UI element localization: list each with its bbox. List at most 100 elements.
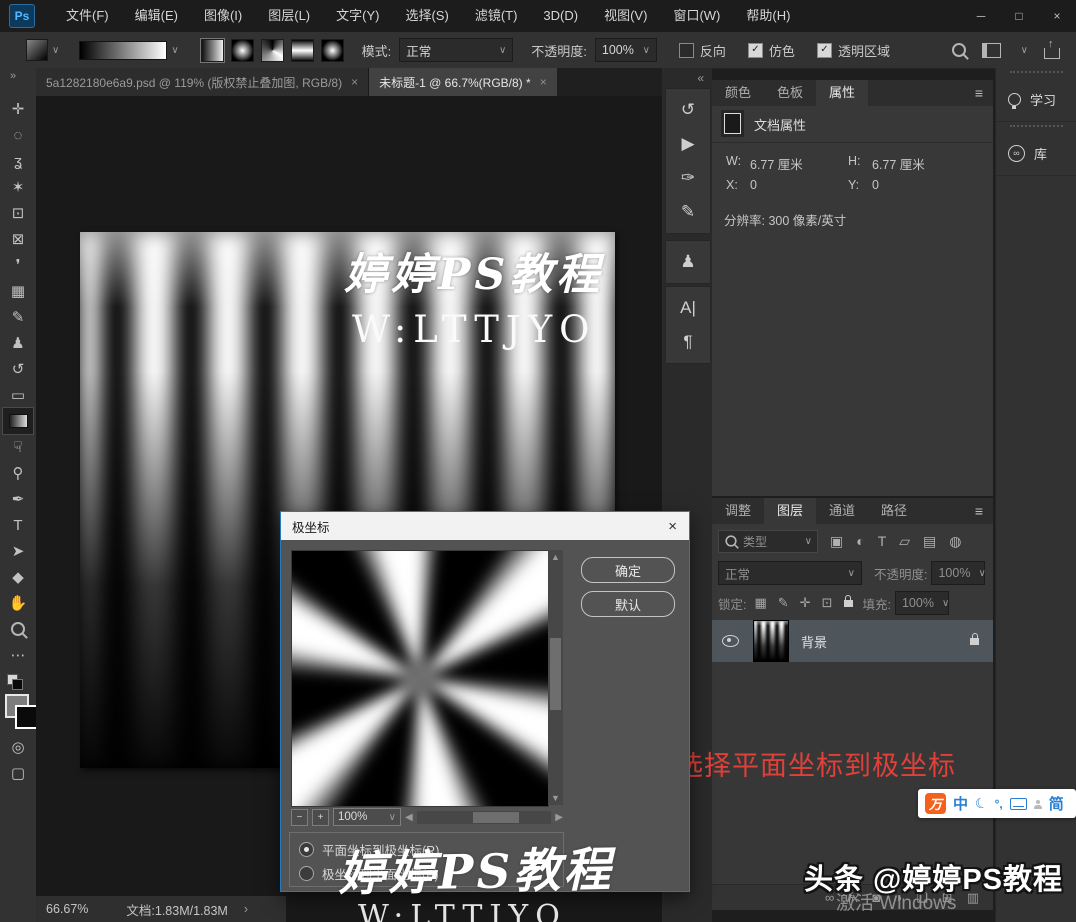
ime-logo-icon[interactable]: 万 <box>925 793 946 814</box>
menu-3d[interactable]: 3D(D) <box>530 0 591 32</box>
scroll-left-icon[interactable]: ◀ <box>405 812 413 823</box>
menu-filter[interactable]: 滤镜(T) <box>462 0 531 32</box>
gradient-editor-bar[interactable] <box>79 41 167 60</box>
menu-type[interactable]: 文字(Y) <box>323 0 392 32</box>
menu-file[interactable]: 文件(F) <box>53 0 122 32</box>
preset-chevron-icon[interactable]: ∨ <box>52 45 59 56</box>
smudge-tool-icon[interactable]: ☟ <box>3 434 33 460</box>
move-tool-icon[interactable]: ✛ <box>3 96 33 122</box>
preview-zoom-select[interactable]: 100% ∨ <box>333 808 401 826</box>
tab-adjustments[interactable]: 调整 <box>712 498 764 524</box>
ok-button[interactable]: 确定 <box>581 557 675 583</box>
learn-panel-button[interactable]: 学习 <box>996 77 1076 122</box>
width-value[interactable]: 6.77 厘米 <box>750 154 803 173</box>
zoom-out-button[interactable]: − <box>291 809 308 826</box>
swap-colors-icon[interactable] <box>3 672 33 692</box>
layer-lock-icon[interactable] <box>970 638 979 645</box>
crop-tool-icon[interactable]: ⊡ <box>3 200 33 226</box>
brushes-panel-icon[interactable]: ✎ <box>670 195 706 229</box>
layer-visibility-eye-icon[interactable] <box>722 635 739 647</box>
scrollbar-thumb[interactable] <box>473 812 519 823</box>
linear-gradient-icon[interactable] <box>201 39 224 62</box>
moon-icon[interactable]: ☾ <box>973 793 990 813</box>
quick-mask-icon[interactable]: ◎ <box>3 734 33 760</box>
marquee-tool-icon[interactable]: ◌ <box>3 122 33 148</box>
layer-blend-mode-select[interactable]: 正常 ∨ <box>718 561 862 585</box>
path-select-tool-icon[interactable]: ➤ <box>3 538 33 564</box>
menu-help[interactable]: 帮助(H) <box>733 0 803 32</box>
hand-tool-icon[interactable]: ✋ <box>3 590 33 616</box>
dialog-title-bar[interactable]: 极坐标 × <box>281 512 689 540</box>
pixel-layer-filter-icon[interactable]: ▣ <box>830 533 843 550</box>
zoom-tool-icon[interactable] <box>3 616 33 642</box>
scroll-right-icon[interactable]: ▶ <box>555 812 563 823</box>
actions-panel-icon[interactable]: ▶ <box>670 127 706 161</box>
smart-object-filter-icon[interactable]: ▤ <box>923 533 936 550</box>
lock-all-icon[interactable] <box>844 600 853 607</box>
status-chevron-icon[interactable]: › <box>244 902 248 916</box>
panel-menu-icon[interactable]: ≡ <box>975 80 983 106</box>
user-icon[interactable] <box>1034 805 1042 809</box>
dither-checkbox-box[interactable]: ✓ <box>748 43 763 58</box>
history-brush-tool-icon[interactable]: ↺ <box>3 356 33 382</box>
lock-position-icon[interactable]: ✛ <box>800 595 811 611</box>
preview-vertical-scrollbar[interactable]: ▲ ▼ <box>548 550 563 805</box>
brush-settings-panel-icon[interactable]: ✑ <box>670 161 706 195</box>
frame-tool-icon[interactable]: ⊠ <box>3 226 33 252</box>
clone-source-panel-icon[interactable]: ♟ <box>670 245 706 279</box>
lock-artboard-icon[interactable]: ⊡ <box>822 595 833 611</box>
layer-name[interactable]: 背景 <box>801 632 827 651</box>
scrollbar-thumb[interactable] <box>550 638 561 710</box>
keyboard-icon[interactable] <box>1010 798 1027 810</box>
blend-mode-select[interactable]: 正常 ∨ <box>399 38 513 62</box>
menu-edit[interactable]: 编辑(E) <box>122 0 191 32</box>
toolbar-expand-icon[interactable]: » <box>10 70 14 82</box>
layer-filter-select[interactable]: 类型 ∨ <box>718 530 818 553</box>
scroll-down-icon[interactable]: ▼ <box>548 793 563 803</box>
eyedropper-tool-icon[interactable]: ❜ <box>3 252 33 278</box>
transparency-checkbox-box[interactable]: ✓ <box>817 43 832 58</box>
radial-gradient-icon[interactable] <box>231 39 254 62</box>
radio-button-icon[interactable] <box>299 842 314 857</box>
angle-gradient-icon[interactable] <box>261 39 284 62</box>
type-tool-icon[interactable]: T <box>3 512 33 538</box>
tab-channels[interactable]: 通道 <box>816 498 868 524</box>
clone-stamp-tool-icon[interactable]: ♟ <box>3 330 33 356</box>
history-panel-icon[interactable]: ↺ <box>670 93 706 127</box>
collapse-panels-icon[interactable]: « <box>697 71 704 85</box>
y-value[interactable]: 0 <box>872 178 879 192</box>
tool-preset-picker[interactable] <box>26 39 48 61</box>
tab-layers[interactable]: 图层 <box>764 498 816 524</box>
character-panel-icon[interactable]: A| <box>670 291 706 325</box>
opacity-select[interactable]: 100% ∨ <box>595 38 657 62</box>
menu-select[interactable]: 选择(S) <box>392 0 461 32</box>
filter-preview[interactable] <box>291 550 549 807</box>
close-button[interactable]: × <box>1038 0 1076 32</box>
maximize-button[interactable]: □ <box>1000 0 1038 32</box>
healing-tool-icon[interactable]: ▦ <box>3 278 33 304</box>
transparency-checkbox[interactable]: ✓ 透明区域 <box>817 41 890 60</box>
lock-transparency-icon[interactable]: ▦ <box>754 595 766 611</box>
tab-properties[interactable]: 属性 <box>816 80 868 106</box>
tab-color[interactable]: 颜色 <box>712 80 764 106</box>
minimize-button[interactable]: ─ <box>962 0 1000 32</box>
preview-horizontal-scrollbar[interactable] <box>417 811 552 824</box>
pen-tool-icon[interactable]: ✒ <box>3 486 33 512</box>
gradient-tool-icon[interactable] <box>3 408 33 434</box>
layer-thumbnail[interactable] <box>753 620 789 662</box>
search-icon[interactable] <box>952 43 966 57</box>
workspace-icon[interactable] <box>982 43 1001 58</box>
zoom-in-button[interactable]: + <box>312 809 329 826</box>
screen-mode-icon[interactable]: ▢ <box>3 760 33 786</box>
diamond-gradient-icon[interactable] <box>321 39 344 62</box>
magic-wand-tool-icon[interactable]: ✶ <box>3 174 33 200</box>
dodge-tool-icon[interactable]: ⚲ <box>3 460 33 486</box>
workspace-chevron-icon[interactable]: ∨ <box>1021 45 1028 56</box>
share-icon[interactable] <box>1044 48 1060 59</box>
document-tab-2[interactable]: 未标题-1 @ 66.7%(RGB/8) * × <box>369 68 557 96</box>
adjustment-layer-filter-icon[interactable]: ◐ <box>856 533 864 549</box>
height-value[interactable]: 6.77 厘米 <box>872 154 925 173</box>
type-layer-filter-icon[interactable]: T <box>878 533 887 549</box>
x-value[interactable]: 0 <box>750 178 757 192</box>
layer-row-background[interactable]: 背景 <box>712 620 993 662</box>
